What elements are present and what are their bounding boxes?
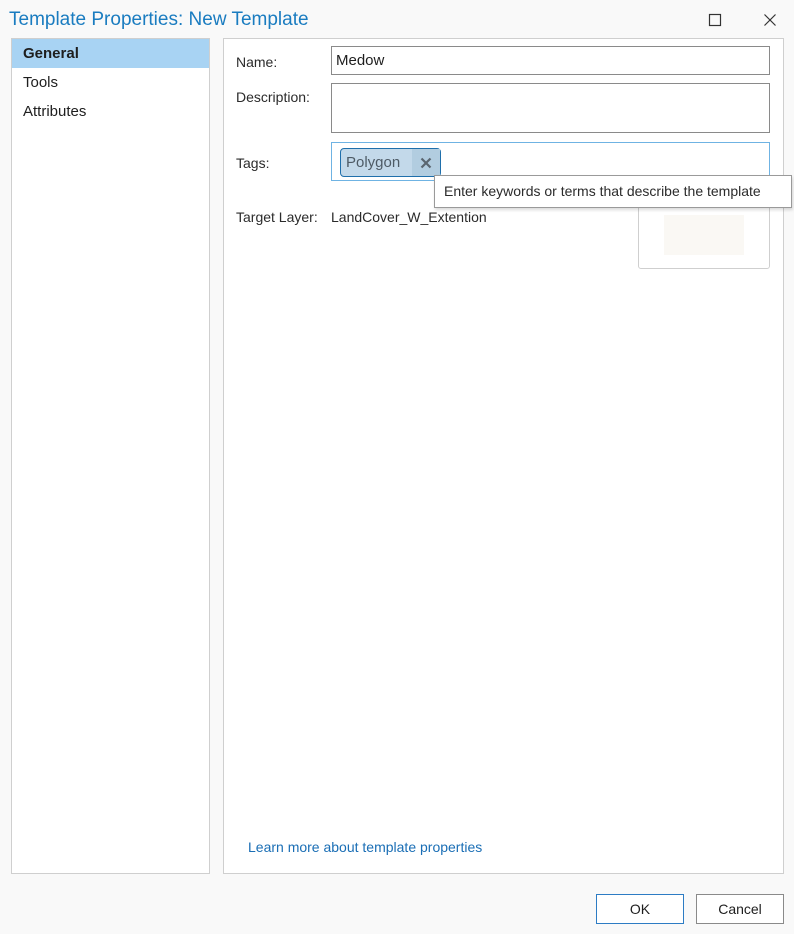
sidebar-item-attributes[interactable]: Attributes: [12, 97, 209, 126]
name-label: Name:: [236, 54, 278, 70]
close-button[interactable]: [757, 8, 783, 32]
name-input[interactable]: [331, 46, 770, 75]
tags-tooltip: Enter keywords or terms that describe th…: [434, 175, 792, 208]
close-icon: [764, 14, 776, 26]
template-properties-dialog: Template Properties: New Template Genera…: [0, 0, 794, 934]
sidebar-item-general[interactable]: General: [12, 39, 209, 68]
description-label: Description:: [236, 89, 310, 105]
tag-chip: Polygon: [340, 148, 441, 177]
tag-chip-label: Polygon: [346, 154, 401, 171]
target-layer-label: Target Layer:: [236, 209, 318, 225]
maximize-button[interactable]: [702, 8, 728, 32]
tag-remove-icon: [420, 157, 432, 168]
title-bar: Template Properties: New Template: [0, 0, 794, 38]
learn-more-link[interactable]: Learn more about template properties: [248, 839, 482, 855]
tags-label: Tags:: [236, 155, 270, 171]
general-panel: Name: Description: Tags: Polygon Target …: [223, 38, 784, 874]
symbol-swatch: [664, 215, 744, 255]
tag-remove-button[interactable]: [412, 149, 440, 176]
dialog-title: Template Properties: New Template: [9, 9, 309, 30]
description-input[interactable]: [331, 83, 770, 133]
sidebar-nav: General Tools Attributes: [11, 38, 210, 874]
maximize-icon: [708, 13, 722, 27]
cancel-button[interactable]: Cancel: [696, 894, 784, 924]
target-layer-value: LandCover_W_Extention: [331, 209, 487, 225]
sidebar-item-tools[interactable]: Tools: [12, 68, 209, 97]
ok-button[interactable]: OK: [596, 894, 684, 924]
